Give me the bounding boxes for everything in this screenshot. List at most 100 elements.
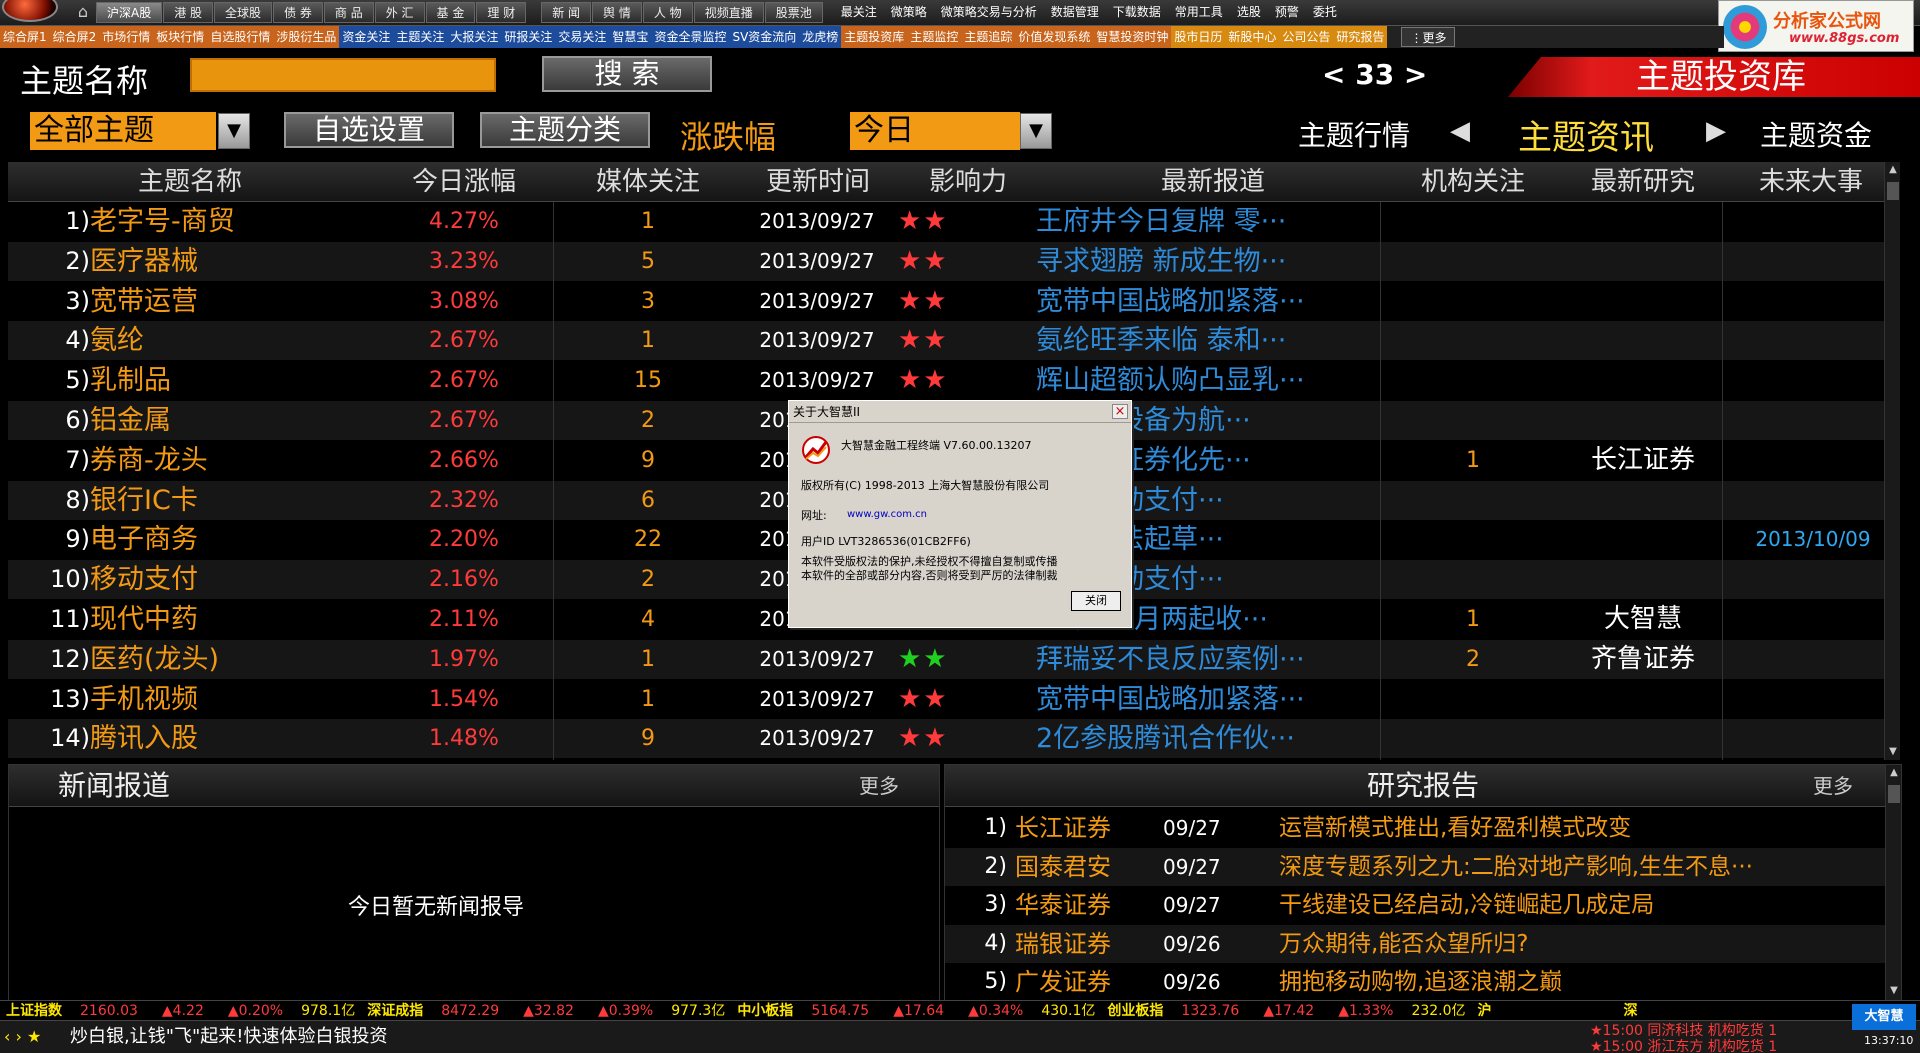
chevron-down-icon[interactable]: ▼ <box>218 113 250 149</box>
nav-theme-quotes[interactable]: 主题行情 <box>1298 114 1410 154</box>
research-more-link[interactable]: 更多 <box>1813 765 1853 807</box>
scroll-thumb[interactable] <box>1887 182 1899 200</box>
table-row[interactable]: 5) 乳制品 2.67% 15 2013/09/27 ★★ 辉山超额认购凸显乳··· <box>8 361 1900 400</box>
col-institution[interactable]: 机构关注 <box>1398 162 1548 202</box>
table-row[interactable]: 2) 医疗器械 3.23% 5 2013/09/27 ★★ 寻求翅膀 新成生物··· <box>8 241 1900 281</box>
col-latest-research[interactable]: 最新研究 <box>1568 162 1718 202</box>
col-influence[interactable]: 影响力 <box>908 162 1028 202</box>
sub-nav-item[interactable]: 研报关注 <box>501 26 556 48</box>
menu-item[interactable]: 商 品 <box>323 2 374 23</box>
scroll-up-icon[interactable]: ▲ <box>1886 765 1902 781</box>
report-title[interactable]: 万众期待,能否众望所归? <box>1279 925 1895 963</box>
dialog-url-link[interactable]: www.gw.com.cn <box>847 509 927 520</box>
menu-item[interactable]: 微策略交易与分析 <box>934 2 1044 23</box>
table-row[interactable]: 1) 老字号-商贸 4.27% 1 2013/09/27 ★★ 王府井今日复牌 零··· <box>8 202 1900 241</box>
more-menu-button[interactable]: ⋮更多 <box>1401 27 1456 47</box>
latest-news-link[interactable]: 2亿参股腾讯合作伙··· <box>1036 719 1386 758</box>
sub-nav-item[interactable]: 主题监控 <box>907 26 962 48</box>
arrow-left-icon[interactable]: ◀ <box>1450 116 1470 146</box>
menu-item[interactable]: 股票池 <box>764 2 823 23</box>
sub-nav-item[interactable]: 研究报告 <box>1333 26 1388 48</box>
theme-name[interactable]: 电子商务 <box>90 520 390 559</box>
theme-name[interactable]: 现代中药 <box>90 600 390 639</box>
theme-name[interactable]: 券商-龙头 <box>90 441 390 480</box>
theme-name[interactable]: 医疗器械 <box>90 242 390 281</box>
research-scrollbar[interactable]: ▲ ▼ <box>1885 765 1901 1001</box>
col-media-attention[interactable]: 媒体关注 <box>570 162 726 202</box>
latest-news-link[interactable]: 宽带中国战略加紧落··· <box>1036 282 1386 321</box>
alert-item[interactable]: ★15:00 浙江东方 机构吃货 1 <box>1590 1036 1777 1053</box>
report-title[interactable]: 拥抱移动购物,追逐浪潮之巅 <box>1279 963 1895 1001</box>
page-indicator[interactable]: < 33 > <box>1322 58 1427 91</box>
report-title[interactable]: 干线建设已经启动,冷链崛起几成定局 <box>1279 886 1895 924</box>
sub-nav-item[interactable]: 公司公告 <box>1279 26 1334 48</box>
status-nav-icons[interactable]: ‹ › ★ <box>4 1024 41 1050</box>
col-theme-name[interactable]: 主题名称 <box>90 162 290 202</box>
menu-item[interactable]: 港 股 <box>163 2 214 23</box>
list-item[interactable]: 4) 瑞银证券 09/26 万众期待,能否众望所归? <box>945 924 1901 963</box>
sub-nav-item[interactable]: 主题追踪 <box>961 26 1016 48</box>
theme-name[interactable]: 医药(龙头) <box>90 640 390 679</box>
menu-item[interactable]: 全球股 <box>214 2 273 23</box>
theme-name[interactable]: 宽带运营 <box>90 282 390 321</box>
menu-item[interactable]: 外 汇 <box>374 2 425 23</box>
status-message[interactable]: 炒白银,让钱"飞"起来!快速体验白银投资 <box>70 1024 388 1050</box>
sub-nav-item[interactable]: 股市日历 <box>1171 26 1226 48</box>
latest-news-link[interactable]: 宽带中国战略加紧落··· <box>1036 680 1386 719</box>
sub-nav-item[interactable]: 智慧投资时钟 <box>1093 26 1172 48</box>
theme-name[interactable]: 老字号-商贸 <box>90 202 390 241</box>
latest-news-link[interactable]: 寻求翅膀 新成生物··· <box>1036 242 1386 281</box>
theme-name[interactable]: 铝金属 <box>90 401 390 440</box>
report-title[interactable]: 运营新模式推出,看好盈利模式改变 <box>1279 809 1895 847</box>
menu-item[interactable]: 理 财 <box>476 2 527 23</box>
nav-theme-funds[interactable]: 主题资金 <box>1760 114 1872 154</box>
search-button[interactable]: 搜 索 <box>542 56 712 92</box>
menu-item[interactable]: 沪深A股 <box>96 2 163 23</box>
scroll-down-icon[interactable]: ▼ <box>1885 744 1901 760</box>
dialog-close-button[interactable]: 关闭 <box>1071 591 1121 611</box>
scroll-up-icon[interactable]: ▲ <box>1885 162 1901 178</box>
table-row[interactable]: 4) 氨纶 2.67% 1 2013/09/27 ★★ 氨纶旺季来临 泰和··· <box>8 321 1900 361</box>
menu-item[interactable]: 视频直播 <box>693 2 764 23</box>
menu-item[interactable]: 微策略 <box>884 2 934 23</box>
menu-item[interactable]: 债 券 <box>273 2 323 23</box>
sub-nav-item[interactable]: 主题投资库 <box>841 26 908 48</box>
sub-nav-item[interactable]: 市场行情 <box>99 26 154 48</box>
theme-classify-button[interactable]: 主题分类 <box>480 112 650 148</box>
index-name[interactable]: 创业板指 <box>1101 1001 1169 1020</box>
index-name[interactable]: 上证指数 <box>0 1001 68 1020</box>
col-latest-news[interactable]: 最新报道 <box>1118 162 1308 202</box>
theme-name[interactable]: 移动支付 <box>90 560 390 599</box>
sub-nav-item[interactable]: 涉股衍生品 <box>273 26 340 48</box>
list-item[interactable]: 1) 长江证券 09/27 运营新模式推出,看好盈利模式改变 <box>945 809 1901 847</box>
col-update-time[interactable]: 更新时间 <box>738 162 898 202</box>
custom-settings-button[interactable]: 自选设置 <box>284 112 454 148</box>
menu-item[interactable]: 选股 <box>1230 2 1268 23</box>
latest-news-link[interactable]: 拜瑞妥不良反应案例··· <box>1036 640 1386 679</box>
sub-nav-item[interactable]: 资金关注 <box>339 26 394 48</box>
sub-nav-item[interactable]: 板块行情 <box>153 26 208 48</box>
news-more-link[interactable]: 更多 <box>859 765 899 807</box>
theme-name[interactable]: 腾讯入股 <box>90 719 390 758</box>
index-name[interactable]: 深证成指 <box>361 1001 429 1020</box>
theme-name[interactable]: 乳制品 <box>90 361 390 400</box>
menu-item[interactable]: 常用工具 <box>1168 2 1230 23</box>
scroll-down-icon[interactable]: ▼ <box>1886 983 1902 999</box>
table-row[interactable]: 3) 宽带运营 3.08% 3 2013/09/27 ★★ 宽带中国战略加紧落··· <box>8 282 1900 321</box>
chevron-down-icon[interactable]: ▼ <box>1020 113 1052 149</box>
menu-item[interactable]: 委托 <box>1306 2 1344 23</box>
menu-item[interactable]: 人 物 <box>642 2 693 23</box>
table-row[interactable]: 14) 腾讯入股 1.48% 9 2013/09/27 ★★ 2亿参股腾讯合作伙··· <box>8 719 1900 759</box>
latest-news-link[interactable]: 王府井今日复牌 零··· <box>1036 202 1386 241</box>
close-icon[interactable]: × <box>1112 404 1128 419</box>
latest-news-link[interactable]: 氨纶旺季来临 泰和··· <box>1036 321 1386 360</box>
table-row[interactable]: 13) 手机视频 1.54% 1 2013/09/27 ★★ 宽带中国战略加紧落··· <box>8 680 1900 719</box>
menu-item[interactable]: 基 金 <box>425 2 476 23</box>
menu-item[interactable]: 下载数据 <box>1106 2 1168 23</box>
theme-name[interactable]: 银行IC卡 <box>90 481 390 520</box>
sub-nav-item[interactable]: SV资金流向 <box>729 26 800 48</box>
theme-name[interactable]: 手机视频 <box>90 680 390 719</box>
menu-item[interactable]: 数据管理 <box>1044 2 1106 23</box>
sub-nav-item[interactable]: 价值发现系统 <box>1015 26 1094 48</box>
sub-nav-item[interactable]: 智慧宝 <box>609 26 652 48</box>
